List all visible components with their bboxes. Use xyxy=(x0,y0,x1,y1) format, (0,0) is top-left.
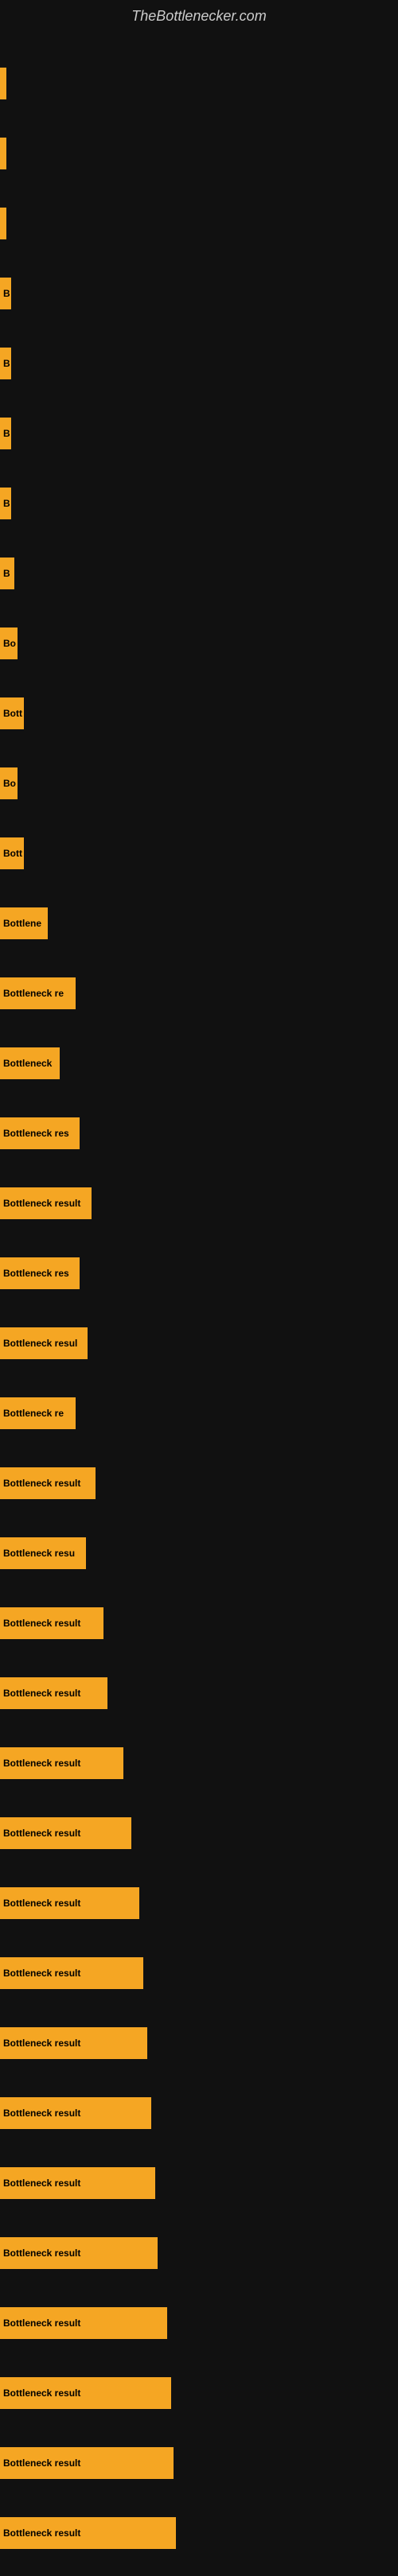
bar-label: Bo xyxy=(0,627,18,659)
bar-label xyxy=(0,208,6,239)
bar-row: Bottlene xyxy=(0,888,398,958)
bar-row: Bottleneck res xyxy=(0,1238,398,1308)
bar-label: Bottleneck re xyxy=(0,1397,76,1429)
bar-row: Bottleneck result xyxy=(0,2428,398,2498)
bar-row: Bo xyxy=(0,608,398,678)
bar-row: B xyxy=(0,258,398,328)
bar-row: Bottleneck resul xyxy=(0,1308,398,1378)
bar-row: B xyxy=(0,468,398,538)
bar-row: Bottleneck re xyxy=(0,1378,398,1448)
bar-label: Bottleneck result xyxy=(0,2307,167,2339)
bar-label: Bottleneck result xyxy=(0,1747,123,1779)
bar-label: Bottleneck result xyxy=(0,1467,96,1499)
bar-row: Bottleneck result xyxy=(0,2148,398,2218)
bar-label: Bottleneck result xyxy=(0,1817,131,1849)
bar-label: Bottleneck result xyxy=(0,2447,174,2479)
bar-row: Bottleneck result xyxy=(0,2078,398,2148)
bars-container: B B B B B Bo Bott Bo Bott Bottlene Bottleneck re Bo… xyxy=(0,41,398,2576)
bar-label: Bottleneck result xyxy=(0,2097,151,2129)
bar-label: Bottleneck resu xyxy=(0,1537,86,1569)
bar-row: Bottleneck re xyxy=(0,958,398,1028)
bar-label: B xyxy=(0,418,11,449)
bar-row: Bo xyxy=(0,748,398,818)
bar-label: Bottleneck res xyxy=(0,1257,80,1289)
bar-label: Bottleneck resul xyxy=(0,1327,88,1359)
bar-row: Bottleneck result xyxy=(0,1588,398,1658)
bar-row xyxy=(0,119,398,188)
bar-row: Bottleneck result xyxy=(0,1168,398,1238)
bar-row: Bottleneck resu xyxy=(0,1518,398,1588)
bar-label: B xyxy=(0,488,11,519)
bar-label: Bottleneck result xyxy=(0,1957,143,1989)
bar-label: Bottleneck result xyxy=(0,1677,107,1709)
bar-label: Bott xyxy=(0,837,24,869)
bar-label: B xyxy=(0,278,11,309)
bar-label: Bottleneck res xyxy=(0,1117,80,1149)
bar-label: Bottleneck result xyxy=(0,1607,103,1639)
bar-label: Bottleneck result xyxy=(0,1187,92,1219)
bar-label: Bottleneck result xyxy=(0,2517,176,2549)
bar-label: Bott xyxy=(0,697,24,729)
bar-row xyxy=(0,49,398,119)
bar-row: Bottleneck result xyxy=(0,2288,398,2358)
bar-row: Bottleneck result xyxy=(0,1448,398,1518)
bar-row: Bott xyxy=(0,818,398,888)
bar-row: Bottleneck result xyxy=(0,1658,398,1728)
bar-row: Bottleneck result xyxy=(0,2218,398,2288)
bar-label: Bottleneck result xyxy=(0,2377,171,2409)
bar-row: Bottleneck res xyxy=(0,1098,398,1168)
bar-label: Bottleneck result xyxy=(0,2237,158,2269)
bar-row: Bottleneck result xyxy=(0,2358,398,2428)
site-title: TheBottlenecker.com xyxy=(0,0,398,41)
bar-label: Bo xyxy=(0,767,18,799)
bar-row: Bott xyxy=(0,678,398,748)
bar-row xyxy=(0,188,398,258)
bar-label: B xyxy=(0,348,11,379)
bar-row: B xyxy=(0,328,398,398)
bar-row: Bottleneck result xyxy=(0,1798,398,1868)
bar-row: B xyxy=(0,398,398,468)
bar-label: Bottleneck xyxy=(0,1047,60,1079)
bar-label: B xyxy=(0,558,14,589)
bar-label: Bottleneck result xyxy=(0,2027,147,2059)
bar-row: Bottleneck result xyxy=(0,1868,398,1938)
bar-label: Bottlene xyxy=(0,907,48,939)
bar-row: B xyxy=(0,538,398,608)
bar-row: Bottleneck result xyxy=(0,2498,398,2568)
bar-label: Bottleneck result xyxy=(0,1887,139,1919)
bar-row: Bottleneck result xyxy=(0,1728,398,1798)
bar-row: Bottleneck result xyxy=(0,2008,398,2078)
bar-row: Bottleneck result xyxy=(0,1938,398,2008)
bar-label xyxy=(0,138,6,169)
bar-label: Bottleneck result xyxy=(0,2167,155,2199)
bar-label: Bottleneck re xyxy=(0,977,76,1009)
bar-label xyxy=(0,68,6,99)
bar-row: Bottleneck xyxy=(0,1028,398,1098)
